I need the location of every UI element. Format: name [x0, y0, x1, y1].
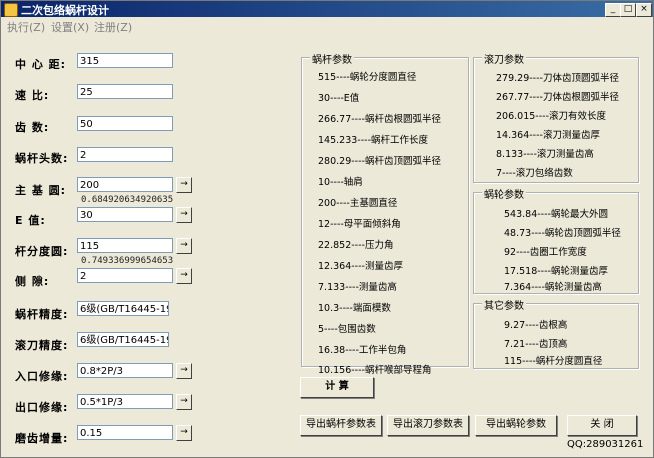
center-distance-label: 中 心 距:	[15, 58, 67, 71]
worm-accuracy-select[interactable]: 6级(GB/T16445-1996)	[77, 301, 169, 316]
worm-param-line: 30----E值	[318, 93, 360, 104]
hob-accuracy-select[interactable]: 6级(GB/T16445-1996)	[77, 332, 169, 347]
e-value-input[interactable]: 30	[77, 207, 173, 222]
hob-params-title: 滚刀参数	[482, 51, 526, 66]
teeth-count-label: 齿 数:	[15, 121, 50, 134]
center-distance-input[interactable]: 315	[77, 53, 173, 68]
grinding-allowance-label: 磨齿增量:	[15, 432, 69, 445]
exit-relief-arrow-button[interactable]: →	[176, 394, 192, 410]
worm-params-group: 蜗杆参数 515----蜗轮分度圆直径 30----E值 266.77----蜗…	[301, 51, 469, 376]
maximize-button[interactable]: □	[620, 3, 636, 17]
hob-param-line: 206.015----滚刀有效长度	[496, 111, 606, 122]
worm-pitch-circle-label: 杆分度圆:	[15, 245, 69, 258]
speed-ratio-label: 速 比:	[15, 89, 50, 102]
entry-relief-label: 入口修缘:	[15, 370, 69, 383]
backlash-arrow-button[interactable]: →	[176, 268, 192, 284]
title-bar[interactable]: 二次包络蜗杆设计 _ □ ×	[1, 1, 653, 17]
worm-pitch-circle-arrow-button[interactable]: →	[176, 238, 192, 254]
worm-params-title: 蜗杆参数	[310, 51, 354, 66]
grinding-allowance-arrow-button[interactable]: →	[176, 425, 192, 441]
worm-param-line: 515----蜗轮分度圆直径	[318, 72, 417, 83]
wheel-param-line: 48.73----蜗轮齿顶圆弧半径	[504, 228, 621, 239]
speed-ratio-input[interactable]: 25	[77, 84, 173, 99]
window-title: 二次包络蜗杆设计	[21, 4, 109, 17]
main-base-circle-label: 主 基 圆:	[15, 184, 67, 197]
wheel-param-line: 17.518----蜗轮测量齿厚	[504, 266, 608, 277]
worm-param-line: 10----轴肩	[318, 177, 363, 188]
worm-param-line: 16.38----工作半包角	[318, 345, 407, 356]
menu-register[interactable]: 注册(Z)	[94, 19, 132, 35]
hob-params-group: 滚刀参数 279.29----刀体齿顶圆弧半径 267.77----刀体齿根圆弧…	[473, 51, 639, 183]
other-param-line: 115----蜗杆分度圆直径	[504, 356, 603, 367]
teeth-count-input[interactable]: 50	[77, 116, 173, 131]
worm-pitch-circle-input[interactable]: 115	[77, 238, 173, 253]
menu-settings[interactable]: 设置(X)	[51, 19, 89, 35]
app-icon	[4, 3, 18, 17]
worm-pitch-circle-ratio: 0.749336999654653	[81, 256, 174, 266]
main-base-circle-arrow-button[interactable]: →	[176, 177, 192, 193]
wheel-param-line: 92----齿圈工作宽度	[504, 247, 587, 258]
other-param-line: 9.27----齿根高	[504, 320, 568, 331]
worm-param-line: 10.3----端面模数	[318, 303, 391, 314]
worm-param-line: 12.364----测量齿厚	[318, 261, 403, 272]
backlash-input[interactable]: 2	[77, 268, 173, 283]
other-params-title: 其它参数	[482, 297, 526, 312]
grinding-allowance-input[interactable]: 0.15	[77, 425, 173, 440]
worm-param-line: 280.29----蜗杆齿顶圆弧半径	[318, 156, 441, 167]
wheel-params-group: 蜗轮参数 543.84----蜗轮最大外圆 48.73----蜗轮齿顶圆弧半径 …	[473, 186, 639, 294]
hob-param-line: 14.364----滚刀测量齿厚	[496, 130, 600, 141]
e-value-arrow-button[interactable]: →	[176, 207, 192, 223]
qq-contact-label: QQ:289031261	[567, 439, 644, 450]
worm-param-line: 5----包围齿数	[318, 324, 376, 335]
worm-param-line: 7.133----测量齿高	[318, 282, 397, 293]
export-worm-params-button[interactable]: 导出蜗杆参数表	[300, 415, 382, 436]
export-wheel-params-button[interactable]: 导出蜗轮参数	[475, 415, 557, 436]
worm-param-line: 145.233----蜗杆工作长度	[318, 135, 428, 146]
wheel-param-line: 543.84----蜗轮最大外圆	[504, 209, 608, 220]
hob-param-line: 7----滚刀包络齿数	[496, 168, 573, 179]
worm-param-line: 22.852----压力角	[318, 240, 394, 251]
menu-bar: 执行(Z) 设置(X) 注册(Z)	[1, 17, 653, 34]
worm-starts-input[interactable]: 2	[77, 147, 173, 162]
other-params-group: 其它参数 9.27----齿根高 7.21----齿顶高 115----蜗杆分度…	[473, 297, 639, 369]
menu-execute[interactable]: 执行(Z)	[7, 19, 45, 35]
export-hob-params-button[interactable]: 导出滚刀参数表	[387, 415, 469, 436]
hob-param-line: 267.77----刀体齿根圆弧半径	[496, 92, 619, 103]
wheel-param-line: 7.364----蜗轮测量齿高	[504, 282, 602, 293]
worm-starts-label: 蜗杆头数:	[15, 152, 69, 165]
entry-relief-input[interactable]: 0.8*2P/3	[77, 363, 173, 378]
worm-param-line: 266.77----蜗杆齿根圆弧半径	[318, 114, 441, 125]
exit-relief-input[interactable]: 0.5*1P/3	[77, 394, 173, 409]
entry-relief-arrow-button[interactable]: →	[176, 363, 192, 379]
worm-param-line: 10.156----蜗杆喉部导程角	[318, 365, 432, 376]
calculate-button[interactable]: 计 算	[300, 377, 374, 398]
worm-accuracy-label: 蜗杆精度:	[15, 308, 69, 321]
worm-param-line: 12----母平面倾斜角	[318, 219, 401, 230]
wheel-params-title: 蜗轮参数	[482, 186, 526, 201]
main-window: 二次包络蜗杆设计 _ □ × 执行(Z) 设置(X) 注册(Z) 中 心 距: …	[0, 0, 654, 458]
close-window-button[interactable]: ×	[636, 3, 652, 17]
hob-param-line: 8.133----滚刀测量齿高	[496, 149, 594, 160]
worm-param-line: 200----主基圆直径	[318, 198, 398, 209]
hob-param-line: 279.29----刀体齿顶圆弧半径	[496, 73, 619, 84]
close-button[interactable]: 关 闭	[567, 415, 637, 436]
exit-relief-label: 出口修缘:	[15, 401, 69, 414]
backlash-label: 侧 隙:	[15, 275, 50, 288]
minimize-button[interactable]: _	[605, 3, 621, 17]
main-base-circle-input[interactable]: 200	[77, 177, 173, 192]
main-base-circle-ratio: 0.684920634920635	[81, 195, 174, 205]
other-param-line: 7.21----齿顶高	[504, 339, 568, 350]
hob-accuracy-label: 滚刀精度:	[15, 339, 69, 352]
e-value-label: E 值:	[15, 214, 46, 227]
